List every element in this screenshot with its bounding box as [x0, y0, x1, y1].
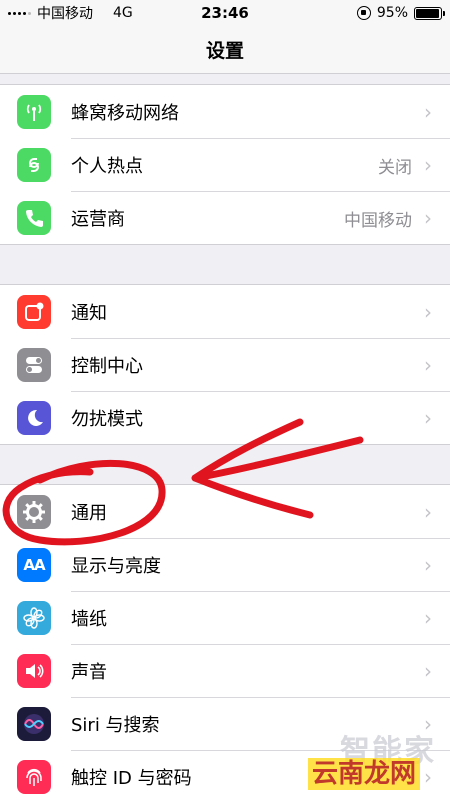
carrier-name: 中国移动: [37, 6, 93, 22]
fingerprint-icon: [17, 759, 51, 794]
flower-icon: [17, 600, 51, 635]
settings-row-label: 显示与亮度: [71, 556, 161, 577]
settings-group-notifications: 通知 › 控制中心 › 勿扰模式 ›: [0, 284, 450, 445]
nav-bar: 设置: [0, 26, 450, 74]
battery-percent: 95%: [376, 5, 408, 21]
settings-row-value: 关闭: [378, 157, 412, 178]
signal-icon: [8, 11, 31, 15]
settings-row-label: 通知: [71, 302, 107, 324]
battery-fill: [416, 8, 439, 18]
hotspot-icon: [17, 147, 51, 182]
settings-row-cellular[interactable]: 蜂窝移动网络 ›: [0, 85, 450, 138]
speaker-icon: [17, 653, 51, 688]
toggles-icon: [17, 347, 51, 382]
settings-row-label: 声音: [71, 662, 107, 683]
settings-row-hotspot[interactable]: 个人热点 关闭 ›: [0, 138, 450, 191]
antenna-icon: [17, 94, 51, 129]
settings-row-control-center[interactable]: 控制中心 ›: [0, 338, 450, 391]
chevron-right-icon: ›: [424, 499, 432, 524]
gear-icon: [17, 494, 51, 529]
status-right: 95%: [356, 5, 445, 21]
settings-row-wallpaper[interactable]: 墙纸 ›: [0, 591, 450, 644]
settings-row-sounds[interactable]: 声音 ›: [0, 644, 450, 697]
settings-row-do-not-disturb[interactable]: 勿扰模式 ›: [0, 391, 450, 444]
chevron-right-icon: ›: [424, 353, 432, 377]
settings-row-label: 通用: [71, 502, 107, 524]
watermark-logo: 云南龙网: [307, 758, 420, 790]
settings-row-label: 个人热点: [71, 156, 143, 177]
battery-icon: [414, 6, 445, 20]
chevron-right-icon: ›: [424, 406, 432, 430]
chevron-right-icon: ›: [424, 299, 432, 324]
phone-icon: [17, 200, 51, 235]
settings-row-general[interactable]: 通用 ›: [0, 485, 450, 538]
settings-row-notifications[interactable]: 通知 ›: [0, 285, 450, 338]
status-left: 中国移动 4G: [8, 3, 133, 23]
text-size-glyph: AA: [23, 555, 45, 574]
settings-row-label: 运营商: [71, 209, 125, 230]
chevron-right-icon: ›: [424, 606, 432, 630]
chevron-right-icon: ›: [424, 99, 432, 124]
page-title: 设置: [205, 40, 244, 62]
moon-icon: [17, 400, 51, 435]
settings-row-label: 墙纸: [71, 609, 107, 630]
settings-row-carrier[interactable]: 运营商 中国移动 ›: [0, 191, 450, 244]
chevron-right-icon: ›: [424, 553, 432, 577]
chevron-right-icon: ›: [424, 659, 432, 683]
status-bar: 中国移动 4G 23:46 95%: [0, 0, 450, 26]
chevron-right-icon: ›: [424, 206, 432, 230]
network-type: 4G: [113, 5, 133, 21]
notification-icon: [17, 294, 51, 329]
rotation-lock-icon: [356, 6, 371, 20]
settings-row-label: 控制中心: [71, 356, 143, 377]
text-size-icon: AA: [17, 547, 51, 582]
chevron-right-icon: ›: [424, 153, 432, 177]
settings-row-label: 勿扰模式: [71, 409, 143, 430]
settings-row-label: 蜂窝移动网络: [71, 102, 179, 124]
siri-icon: [17, 706, 51, 741]
settings-row-display[interactable]: AA 显示与亮度 ›: [0, 538, 450, 591]
settings-group-network: 蜂窝移动网络 › 个人热点 关闭 › 运营商 中国移动 ›: [0, 84, 450, 245]
settings-row-value: 中国移动: [344, 210, 412, 231]
